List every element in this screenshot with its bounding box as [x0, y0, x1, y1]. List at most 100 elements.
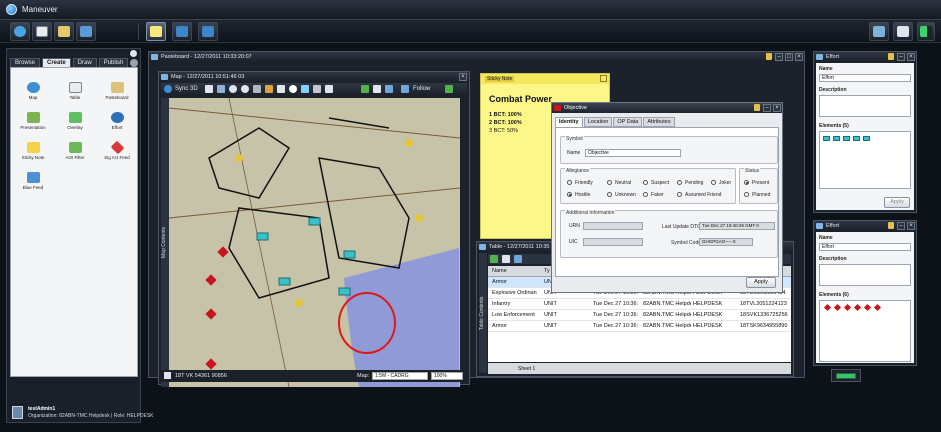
filter-icon[interactable]	[502, 255, 510, 263]
palette-item-aoi-filter[interactable]: AOI Filter	[59, 142, 91, 168]
ruler-icon[interactable]	[253, 85, 261, 93]
map-close-button[interactable]: ×	[459, 73, 467, 81]
hostile-element-icon[interactable]	[823, 303, 832, 312]
uic-input[interactable]	[583, 238, 643, 246]
hostile-unit-icon[interactable]	[205, 274, 217, 286]
add-row-icon[interactable]	[514, 255, 522, 263]
palette-item-map[interactable]: Map	[17, 82, 49, 108]
export-icon[interactable]	[490, 255, 498, 263]
radio-unknown[interactable]	[607, 192, 612, 197]
radio-faker[interactable]	[643, 192, 648, 197]
layers-icon[interactable]	[313, 85, 321, 93]
sheet-tab[interactable]: Sheet 1	[518, 366, 535, 372]
tab-publish[interactable]: Publish	[98, 58, 129, 67]
table-icon[interactable]	[32, 22, 52, 41]
friendly-unit-icon[interactable]	[338, 287, 351, 296]
palette-item-effort[interactable]: Effort	[101, 112, 133, 138]
contrast-icon[interactable]	[289, 85, 297, 93]
urn-input[interactable]	[583, 222, 643, 230]
tab-identity[interactable]: Identity	[555, 117, 583, 127]
minimize-button[interactable]: –	[897, 222, 905, 230]
hand-pan-icon[interactable]	[205, 85, 213, 93]
effort-description-input[interactable]	[819, 264, 911, 286]
hostile-unit-icon[interactable]	[205, 308, 217, 320]
boundary-line[interactable]	[318, 157, 410, 269]
globe-icon[interactable]	[164, 85, 172, 93]
pencil-icon[interactable]	[265, 85, 273, 93]
palette-item-pasteboard[interactable]: Pasteboard	[101, 82, 133, 108]
table-row[interactable]: Armor UNIT Tue Dec 27 10:36: 82ABN.TMC H…	[488, 321, 791, 332]
zoom-out-icon[interactable]	[241, 85, 249, 93]
table-row[interactable]: Infantry UNIT Tue Dec 27 10:36: 82ABN.TM…	[488, 299, 791, 310]
trash-icon[interactable]	[869, 22, 889, 41]
close-button[interactable]: ×	[795, 53, 803, 61]
palette-item-table[interactable]: Table	[59, 82, 91, 108]
radio-friendly[interactable]	[567, 180, 572, 185]
palette-item-sig-act-feed[interactable]: Sig Act Feed	[101, 140, 133, 168]
minimize-button[interactable]: –	[775, 53, 783, 61]
tab-draw[interactable]: Draw	[72, 58, 97, 67]
minimized-window-tab[interactable]	[831, 369, 861, 382]
hostile-element-icon[interactable]	[863, 303, 872, 312]
unit-element-icon[interactable]	[833, 136, 840, 141]
sync-3d-label[interactable]: Sync 3D	[175, 86, 198, 92]
mail-icon[interactable]	[893, 22, 913, 41]
unit-element-icon[interactable]	[843, 136, 850, 141]
map-scale-select[interactable]: 1:5M - CADRG	[372, 372, 428, 380]
tab-create[interactable]: Create	[42, 58, 71, 67]
radio-hostile[interactable]	[567, 192, 572, 197]
camera-icon[interactable]	[385, 85, 393, 93]
text-icon[interactable]	[301, 85, 309, 93]
map-contents-side-tab[interactable]: Map Contents	[161, 98, 169, 387]
palette-item-sticky-note[interactable]: Sticky Note	[17, 142, 49, 168]
hostile-unit-icon[interactable]	[205, 358, 217, 370]
radio-joker[interactable]	[711, 180, 716, 185]
hostile-unit-icon[interactable]	[217, 246, 229, 258]
hostile-element-icon[interactable]	[833, 303, 842, 312]
effort-description-input[interactable]	[819, 95, 911, 117]
export-icon[interactable]	[361, 85, 369, 93]
hostile-element-icon[interactable]	[873, 303, 882, 312]
follow-label[interactable]: Follow	[413, 86, 430, 92]
friendly-unit-icon[interactable]	[343, 250, 356, 259]
friendly-unit-icon[interactable]	[308, 217, 321, 226]
close-button[interactable]: ×	[907, 222, 915, 230]
maximize-button[interactable]: □	[785, 53, 793, 61]
radio-pending[interactable]	[677, 180, 682, 185]
boundary-line[interactable]	[328, 117, 390, 129]
close-button[interactable]: ×	[907, 53, 915, 61]
pin-icon[interactable]	[130, 50, 137, 57]
effort-name-input[interactable]: Effort	[819, 74, 911, 82]
palette-item-overlay[interactable]: Overlay	[59, 112, 91, 138]
globe-icon[interactable]	[10, 22, 30, 41]
hostile-element-icon[interactable]	[843, 303, 852, 312]
radio-suspect[interactable]	[643, 180, 648, 185]
tab-location[interactable]: Location	[583, 117, 613, 127]
table-row[interactable]: Low Enforcement UNIT Tue Dec 27 10:36: 8…	[488, 310, 791, 321]
unit-element-icon[interactable]	[823, 136, 830, 141]
map-canvas[interactable]	[169, 98, 460, 387]
select-icon[interactable]	[325, 85, 333, 93]
symbol-name-input[interactable]: Objective	[585, 149, 681, 157]
palette-item-blue-feed[interactable]: Blue Feed	[17, 172, 49, 198]
friendly-unit-icon[interactable]	[278, 277, 291, 286]
friendly-unit-icon[interactable]	[256, 232, 269, 241]
workspace-icon[interactable]	[172, 22, 192, 41]
unit-element-icon[interactable]	[853, 136, 860, 141]
boundary-line[interactable]	[208, 127, 291, 199]
radio-assumed-friend[interactable]	[677, 192, 682, 197]
radio-planned[interactable]	[744, 192, 749, 197]
pointer-icon[interactable]	[217, 85, 225, 93]
zoom-in-icon[interactable]	[229, 85, 237, 93]
follow-icon[interactable]	[401, 85, 409, 93]
tab-browse[interactable]: Browse	[10, 58, 41, 67]
apply-button[interactable]: Apply	[746, 277, 776, 288]
sticky-note-icon[interactable]	[146, 22, 166, 41]
hostile-element-icon[interactable]	[853, 303, 862, 312]
refresh-icon[interactable]	[445, 85, 453, 93]
sticky-close-icon[interactable]	[600, 75, 607, 82]
table-contents-side-tab[interactable]: Table Contents	[479, 253, 487, 373]
lock-icon[interactable]	[888, 53, 894, 60]
settings-gear-icon[interactable]	[130, 59, 139, 67]
effort-apply-button[interactable]: Apply	[884, 197, 910, 208]
